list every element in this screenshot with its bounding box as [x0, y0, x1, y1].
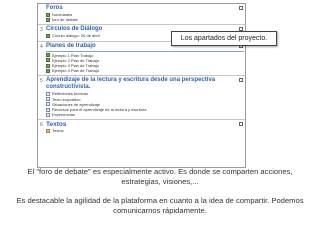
- forum-icon: [46, 58, 50, 63]
- forum-icon: [46, 17, 50, 22]
- callout-box: Los apartados del proyecto.: [171, 31, 277, 46]
- checkbox-icon[interactable]: [239, 122, 243, 127]
- caption-line-1: El "foro de debate" es especialmente act…: [27, 167, 293, 176]
- forum-icon: [46, 12, 50, 17]
- caption-line-4: comunicarnos rápidamente.: [113, 206, 207, 215]
- checkbox-icon[interactable]: [239, 6, 243, 10]
- caption-line-3: Es destacable la agilidad de la platafor…: [16, 196, 304, 205]
- item-label: Ejemplo 4 Plan de Trabajo: [52, 68, 99, 74]
- section-title[interactable]: Aprendizaje de la lectura y escritura de…: [46, 77, 244, 91]
- section-number: 5: [40, 78, 43, 85]
- page-icon: [46, 102, 50, 107]
- list-item[interactable]: foro de debate: [46, 17, 244, 22]
- forum-icon: [46, 63, 50, 68]
- caption-line-2: estrategias, visiones,...: [121, 177, 199, 186]
- list-item[interactable]: Textos: [46, 128, 244, 133]
- list-item[interactable]: Ejemplo 4 Plan de Trabajo: [46, 68, 244, 73]
- list-item[interactable]: Experiencias: [46, 112, 244, 117]
- item-label: Experiencias: [52, 112, 75, 118]
- page-icon: [46, 92, 50, 97]
- course-screenshot: Foros Novedades foro de debate 3 Círculo…: [37, 3, 246, 168]
- page-icon: [46, 107, 50, 112]
- item-label: Círculo diálogo: 26 de abril: [52, 33, 100, 39]
- section-number: 6: [40, 122, 43, 129]
- folder-icon: [46, 129, 50, 134]
- forum-icon: [46, 53, 50, 58]
- page-icon: [46, 97, 50, 102]
- section-textos: 6 Textos Textos: [38, 120, 245, 135]
- section-foros: Foros Novedades foro de debate: [38, 4, 245, 26]
- section-planes: 4 Planes de trabajo Ejemplo 1 Plan Traba…: [38, 42, 245, 77]
- forum-icon: [46, 68, 50, 73]
- forum-icon: [46, 34, 50, 38]
- page-icon: [46, 112, 50, 117]
- section-title[interactable]: Textos: [46, 121, 244, 128]
- section-aprendizaje: 5 Aprendizaje de la lectura y escritura …: [38, 76, 245, 121]
- item-label: Textos: [52, 128, 64, 134]
- section-number: 3: [40, 27, 43, 34]
- item-label: foro de debate: [52, 17, 78, 23]
- section-number: 4: [40, 43, 43, 50]
- divider: [46, 50, 244, 52]
- section-title[interactable]: Foros: [46, 5, 244, 12]
- checkbox-icon[interactable]: [239, 78, 243, 83]
